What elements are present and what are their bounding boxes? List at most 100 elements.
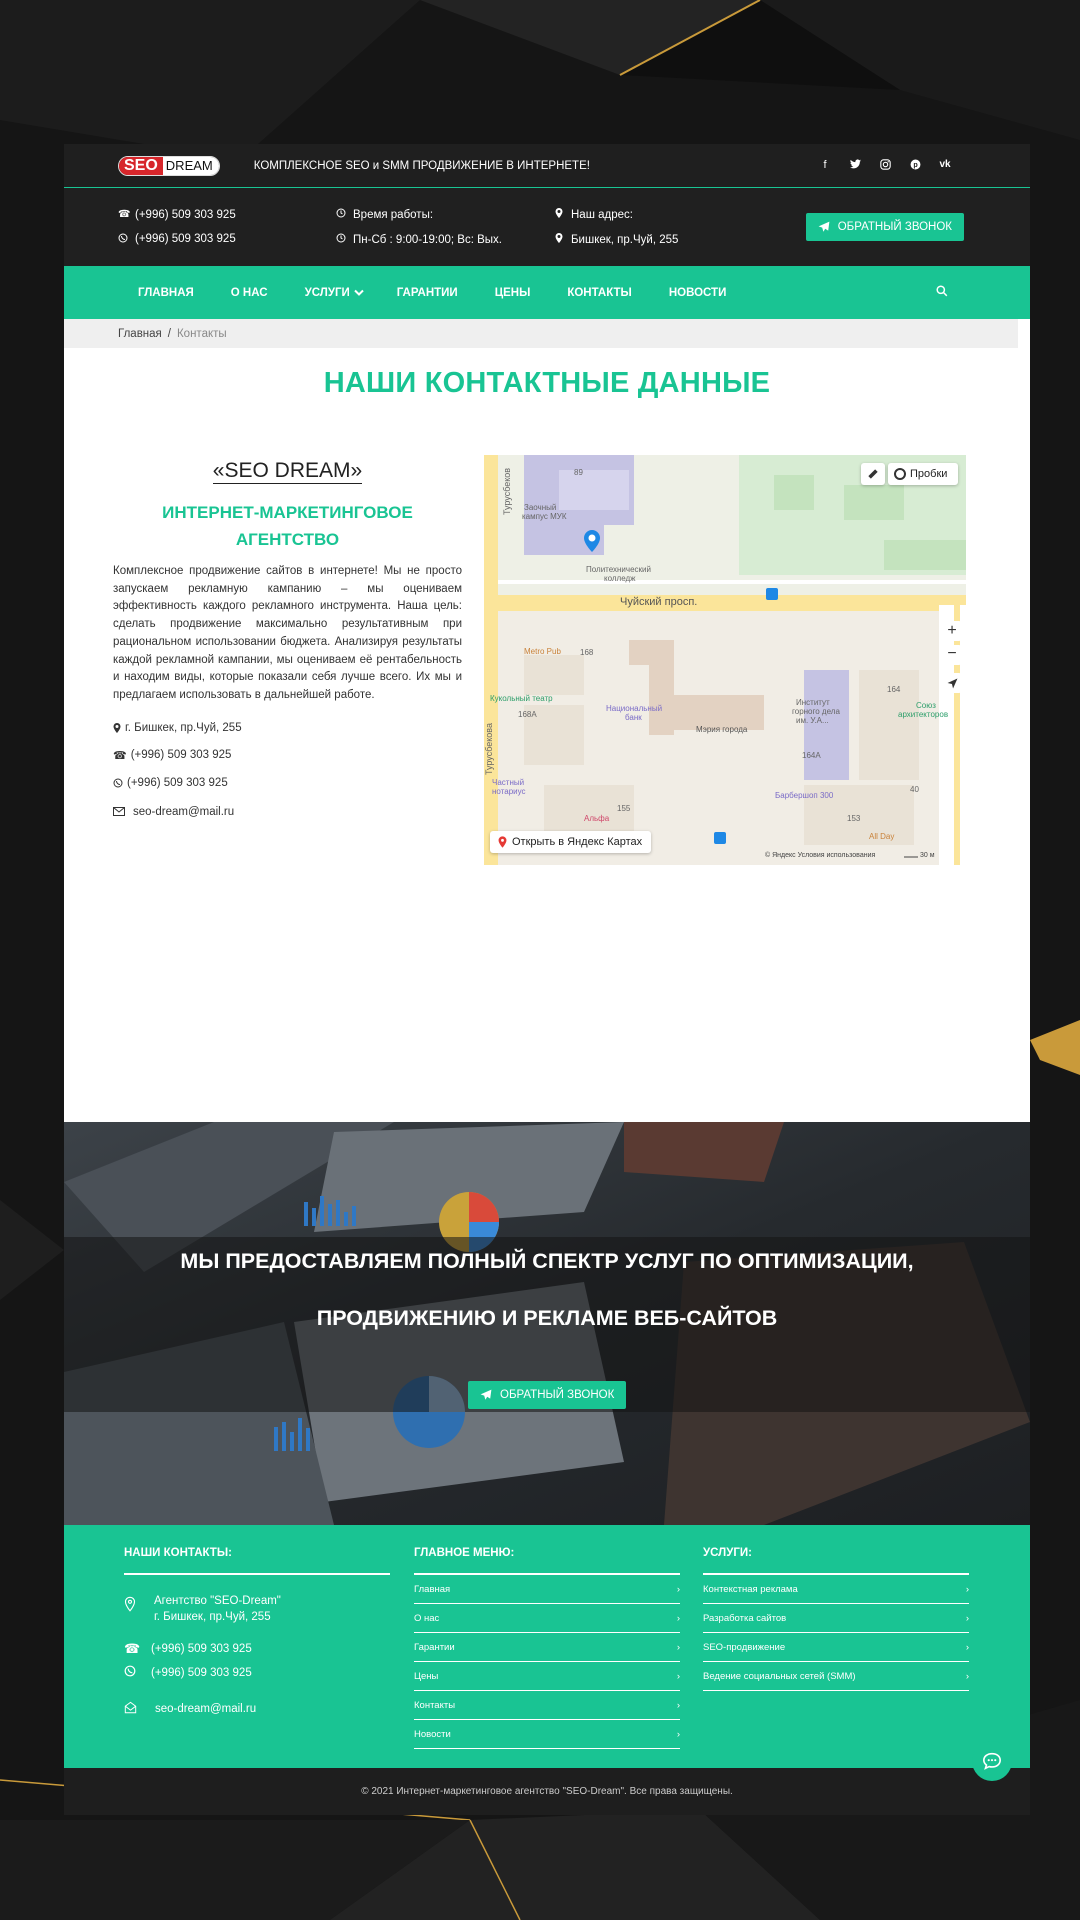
footer-menu-label: Цены <box>414 1671 439 1682</box>
contact-email-text[interactable]: seo-dream@mail.ru <box>133 806 234 818</box>
map-marker-icon <box>113 722 121 733</box>
svg-text:Институт: Институт <box>796 698 830 707</box>
facebook-icon[interactable]: f <box>818 159 832 173</box>
whatsapp-icon <box>113 778 123 788</box>
chevron-down-icon[interactable] <box>354 284 364 302</box>
footer-services: УСЛУГИ: Контекстная реклама › Разработка … <box>703 1547 969 1691</box>
promo-callback-button[interactable]: ОБРАТНЫЙ ЗВОНОК <box>468 1381 627 1409</box>
nav-item-prices[interactable]: ЦЕНЫ <box>495 287 531 299</box>
address-column: Наш адрес: Бишкек, пр.Чуй, 255 <box>554 208 754 246</box>
chevron-right-icon: › <box>676 1700 680 1711</box>
map-marker-icon <box>554 233 564 246</box>
svg-text:Турусбекова: Турусбекова <box>484 723 494 775</box>
footer-menu-item[interactable]: Цены › <box>414 1662 680 1691</box>
yandex-map[interactable]: Чуйский просп. Турусбеков Турусбекова 89… <box>484 455 966 865</box>
svg-text:Metro Pub: Metro Pub <box>524 647 561 656</box>
traffic-label: Пробки <box>910 468 948 480</box>
footer-main-menu: ГЛАВНОЕ МЕНЮ: Главная › О нас › Гарантии › … <box>414 1547 680 1749</box>
chat-button[interactable] <box>972 1741 1012 1781</box>
contact-phone-2-text[interactable]: (+996) 509 303 925 <box>127 777 228 789</box>
contact-phone-1: ☎ (+996) 509 303 925 <box>113 749 462 762</box>
vk-icon[interactable]: vk <box>938 159 952 173</box>
chevron-right-icon: › <box>676 1642 680 1653</box>
map-pin-icon <box>498 836 507 848</box>
phone-icon: ☎ <box>124 1641 141 1656</box>
address-value: Бишкек, пр.Чуй, 255 <box>571 233 679 246</box>
svg-text:кампус МУК: кампус МУК <box>522 512 567 521</box>
svg-text:Турусбеков: Турусбеков <box>502 468 512 515</box>
footer-agency-name: Агентство "SEO-Dream" <box>154 1595 281 1607</box>
site-logo[interactable]: SEO DREAM <box>118 155 220 176</box>
footer-phone-2-text[interactable]: (+996) 509 303 925 <box>151 1665 252 1681</box>
footer-phone-2: (+996) 509 303 925 <box>124 1665 390 1681</box>
zoom-in-button[interactable]: + <box>942 621 962 641</box>
brand-name: «SEO DREAM» <box>113 459 462 484</box>
hours-value: Пн-Сб : 9:00-19:00; Вс: Вых. <box>353 233 502 246</box>
social-links: f p vk <box>818 159 952 173</box>
twitter-icon[interactable] <box>848 158 862 173</box>
svg-text:нотариус: нотариус <box>492 787 526 796</box>
svg-text:банк: банк <box>625 713 642 722</box>
chevron-right-icon: › <box>676 1729 680 1740</box>
contact-phone-1-text[interactable]: (+996) 509 303 925 <box>131 749 232 761</box>
footer-menu-item[interactable]: О нас › <box>414 1604 680 1633</box>
address-label: Наш адрес: <box>571 208 633 221</box>
contact-email: seo-dream@mail.ru <box>113 806 462 818</box>
nav-item-services[interactable]: УСЛУГИ <box>305 287 350 299</box>
instagram-icon[interactable] <box>878 158 892 173</box>
footer-email-text[interactable]: seo-dream@mail.ru <box>155 1701 256 1717</box>
footer-menu-item[interactable]: Главная › <box>414 1575 680 1604</box>
nav-item-home[interactable]: ГЛАВНАЯ <box>138 287 194 299</box>
phones-column: ☎ (+996) 509 303 925 (+996) 509 303 925 <box>118 209 336 246</box>
site-tagline: КОМПЛЕКСНОЕ SEO и SMM ПРОДВИЖЕНИЕ В ИНТЕ… <box>253 159 590 172</box>
contact-bar: ☎ (+996) 509 303 925 (+996) 509 303 925 В… <box>64 188 1030 266</box>
nav-item-contacts[interactable]: КОНТАКТЫ <box>567 287 631 299</box>
chat-icon <box>982 1752 1002 1770</box>
footer-phone-1-text[interactable]: (+996) 509 303 925 <box>151 1641 252 1657</box>
chevron-right-icon: › <box>965 1584 969 1595</box>
footer-phone-1: ☎ (+996) 509 303 925 <box>124 1641 390 1657</box>
nav-item-guarantees[interactable]: ГАРАНТИИ <box>397 287 458 299</box>
footer-service-item[interactable]: Ведение социальных сетей (SMM) › <box>703 1662 969 1691</box>
geolocation-button[interactable] <box>942 673 962 693</box>
breadcrumb-home[interactable]: Главная <box>118 328 162 340</box>
footer-service-item[interactable]: SEO-продвижение › <box>703 1633 969 1662</box>
search-icon[interactable] <box>936 285 948 300</box>
chevron-right-icon: › <box>965 1671 969 1682</box>
map-canvas[interactable]: Чуйский просп. Турусбеков Турусбекова 89… <box>484 455 966 865</box>
footer: НАШИ КОНТАКТЫ: Агентство "SEO-Dream" г. … <box>64 1525 1030 1768</box>
svg-text:Барбершоп 300: Барбершоп 300 <box>775 791 834 800</box>
callback-button[interactable]: ОБРАТНЫЙ ЗВОНОК <box>805 213 964 241</box>
header-phone-2[interactable]: (+996) 509 303 925 <box>135 233 236 245</box>
footer-contacts: НАШИ КОНТАКТЫ: Агентство "SEO-Dream" г. … <box>124 1547 390 1717</box>
main-nav: ГЛАВНАЯ О НАС УСЛУГИ ГАРАНТИИ ЦЕНЫ КОНТА… <box>64 266 1030 319</box>
svg-text:Национальный: Национальный <box>606 704 662 713</box>
chevron-right-icon: › <box>676 1613 680 1624</box>
svg-text:© Яндекс Условия использован: © Яндекс Условия использования <box>765 851 875 859</box>
footer-menu-item[interactable]: Контакты › <box>414 1691 680 1720</box>
nav-item-about[interactable]: О НАС <box>231 287 268 299</box>
svg-text:Альфа: Альфа <box>584 814 610 823</box>
open-in-yandex-maps-button[interactable]: Открыть в Яндекс Картах <box>490 831 652 853</box>
footer-service-item[interactable]: Разработка сайтов › <box>703 1604 969 1633</box>
promo-title-line1: МЫ ПРЕДОСТАВЛЯЕМ ПОЛНЫЙ СПЕКТР УСЛУГ ПО … <box>180 1249 914 1273</box>
nav-item-news[interactable]: НОВОСТИ <box>669 287 727 299</box>
footer-service-item[interactable]: Контекстная реклама › <box>703 1575 969 1604</box>
envelope-icon <box>113 807 125 817</box>
footer-service-label: Контекстная реклама <box>703 1584 798 1595</box>
footer-menu-item[interactable]: Гарантии › <box>414 1633 680 1662</box>
svg-text:89: 89 <box>574 468 583 477</box>
zoom-out-button[interactable]: − <box>942 645 962 665</box>
footer-menu-item[interactable]: Новости › <box>414 1720 680 1749</box>
ruler-button[interactable] <box>861 463 885 485</box>
pinterest-icon[interactable]: p <box>908 159 922 173</box>
svg-text:колледж: колледж <box>604 574 636 583</box>
footer-service-label: SEO-продвижение <box>703 1642 786 1653</box>
header-phone-1[interactable]: (+996) 509 303 925 <box>135 209 236 221</box>
svg-text:Мэрия города: Мэрия города <box>696 725 748 734</box>
agency-description: Комплексное продвижение сайтов в интерне… <box>113 565 462 701</box>
traffic-button[interactable]: Пробки <box>888 463 958 485</box>
footer-menu-label: Новости <box>414 1729 451 1740</box>
breadcrumb: Главная / Контакты <box>64 319 1018 348</box>
agency-title-line2: АГЕНТСТВО <box>235 530 340 549</box>
